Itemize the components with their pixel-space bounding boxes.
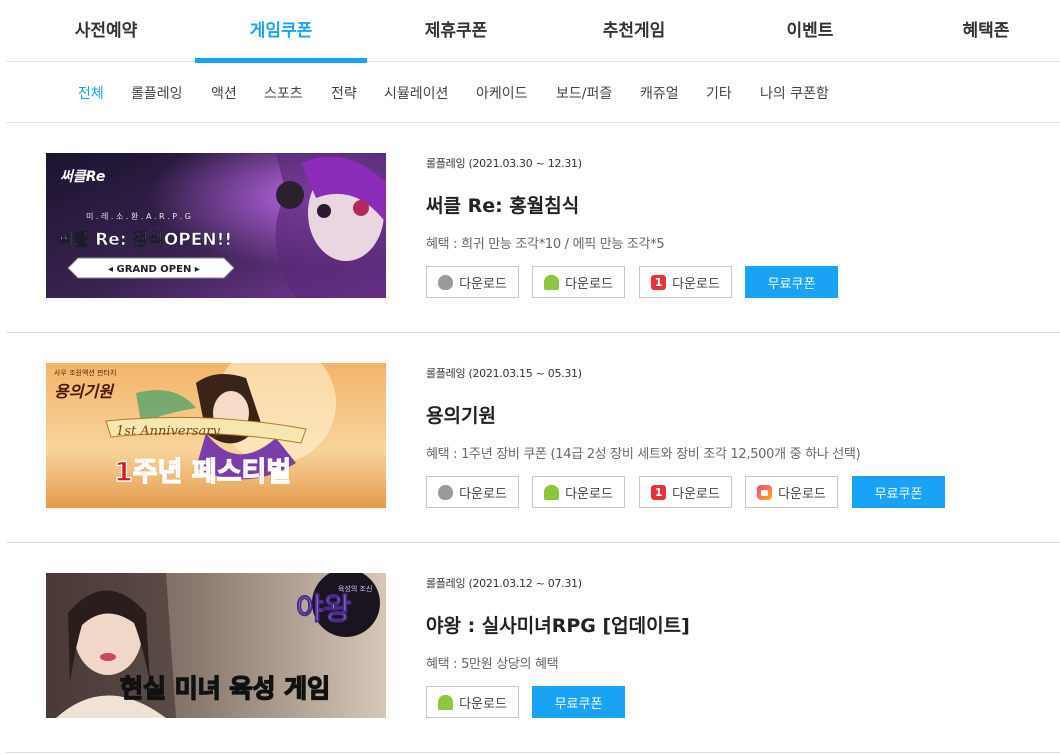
game-category-period: 롤플레잉 (2021.03.12 ~ 07.31) — [426, 577, 582, 590]
onestore-icon — [651, 484, 667, 500]
onestore-download-button[interactable]: 다운로드 — [639, 266, 732, 298]
category-action[interactable]: 액션 — [211, 83, 237, 103]
category-etc[interactable]: 기타 — [706, 83, 732, 103]
banner-headline: 써클 Re: 정식OPEN!! — [58, 230, 232, 250]
onestore-icon — [651, 274, 667, 290]
category-arcade[interactable]: 아케이드 — [476, 83, 528, 103]
banner-subtitle: 미 . 레 . 소 . 환 . A . R . P . G — [86, 211, 191, 221]
game-card: 야왕 육성의 조신 현실 미녀 육성 게임 롤플레잉 (2021.03.12 ~… — [6, 543, 1060, 753]
category-strategy[interactable]: 전략 — [331, 83, 357, 103]
game-title[interactable]: 써클 Re: 홍월침식 — [426, 191, 579, 218]
top-navigation: 사전예약 게임쿠폰 제휴쿠폰 추천게임 이벤트 혜택존 — [6, 0, 1060, 63]
category-board-puzzle[interactable]: 보드/퍼즐 — [556, 83, 612, 103]
category-casual[interactable]: 캐쥬얼 — [640, 83, 679, 103]
onestore-download-button[interactable]: 다운로드 — [639, 476, 732, 508]
free-coupon-button[interactable]: 무료쿠폰 — [852, 476, 945, 508]
game-banner[interactable]: 써클Re 미 . 레 . 소 . 환 . A . R . P . G 써클 Re… — [46, 153, 386, 298]
tab-event[interactable]: 이벤트 — [740, 0, 880, 62]
game-card: 써클Re 미 . 레 . 소 . 환 . A . R . P . G 써클 Re… — [6, 123, 1060, 333]
free-coupon-button[interactable]: 무료쿠폰 — [532, 686, 625, 718]
tab-game-coupon[interactable]: 게임쿠폰 — [195, 0, 367, 63]
apple-icon — [438, 274, 454, 290]
game-benefit: 혜택 : 희귀 만능 조각*10 / 에픽 만능 조각*5 — [426, 237, 665, 252]
ios-download-button[interactable]: 다운로드 — [426, 266, 519, 298]
banner-logo-text: 야왕 — [296, 592, 351, 627]
android-icon — [544, 484, 560, 500]
game-banner[interactable]: 용의기원 사우 조원액션 판타지 1st Anniversary 1주년 페스티… — [46, 363, 386, 508]
category-sports[interactable]: 스포츠 — [264, 83, 303, 103]
banner-subtitle: 육성의 조신 — [338, 584, 372, 593]
banner-logo-text: 써클Re — [60, 169, 105, 185]
game-category-period: 롤플레잉 (2021.03.30 ~ 12.31) — [426, 157, 582, 170]
banner-tag: 1st Anniversary — [116, 424, 220, 439]
game-title[interactable]: 야왕 : 실사미녀RPG [업데이트] — [426, 611, 690, 638]
game-category-period: 롤플레잉 (2021.03.15 ~ 05.31) — [426, 367, 582, 380]
category-roleplaying[interactable]: 롤플레잉 — [131, 83, 183, 103]
tab-recommended-games[interactable]: 추천게임 — [564, 0, 704, 62]
my-coupon-box[interactable]: 나의 쿠폰함 — [760, 83, 829, 103]
tab-benefit-zone[interactable]: 혜택존 — [916, 0, 1056, 62]
banner-headline: 1주년 페스티벌 — [114, 457, 291, 488]
banner-logo-text: 용의기원 — [54, 382, 115, 401]
category-all[interactable]: 전체 — [78, 83, 104, 103]
game-benefit: 혜택 : 5만원 상당의 혜택 — [426, 657, 559, 672]
tab-preregistration[interactable]: 사전예약 — [36, 0, 176, 62]
category-filter-bar: 전체 롤플레잉 액션 스포츠 전략 시뮬레이션 아케이드 보드/퍼즐 캐쥬얼 기… — [6, 62, 1060, 123]
banner-subtitle: 사우 조원액션 판타지 — [54, 368, 116, 377]
apple-icon — [438, 484, 454, 500]
game-title[interactable]: 용의기원 — [426, 401, 496, 428]
android-download-button[interactable]: 다운로드 — [426, 686, 519, 718]
tab-partner-coupon[interactable]: 제휴쿠폰 — [386, 0, 526, 62]
free-coupon-button[interactable]: 무료쿠폰 — [745, 266, 838, 298]
game-banner[interactable]: 야왕 육성의 조신 현실 미녀 육성 게임 — [46, 573, 386, 718]
galaxy-store-icon — [757, 484, 773, 500]
game-benefit: 혜택 : 1주년 장비 쿠폰 (14급 2성 장비 세트와 장비 조각 12,5… — [426, 447, 861, 462]
android-icon — [438, 694, 454, 710]
game-card: 용의기원 사우 조원액션 판타지 1st Anniversary 1주년 페스티… — [6, 333, 1060, 543]
android-download-button[interactable]: 다운로드 — [532, 476, 625, 508]
android-download-button[interactable]: 다운로드 — [532, 266, 625, 298]
android-icon — [544, 274, 560, 290]
galaxy-store-download-button[interactable]: 다운로드 — [745, 476, 838, 508]
banner-headline: 현실 미녀 육성 게임 — [120, 674, 330, 703]
banner-tag: ◂ GRAND OPEN ▸ — [108, 264, 200, 275]
category-simulation[interactable]: 시뮬레이션 — [384, 83, 448, 103]
ios-download-button[interactable]: 다운로드 — [426, 476, 519, 508]
